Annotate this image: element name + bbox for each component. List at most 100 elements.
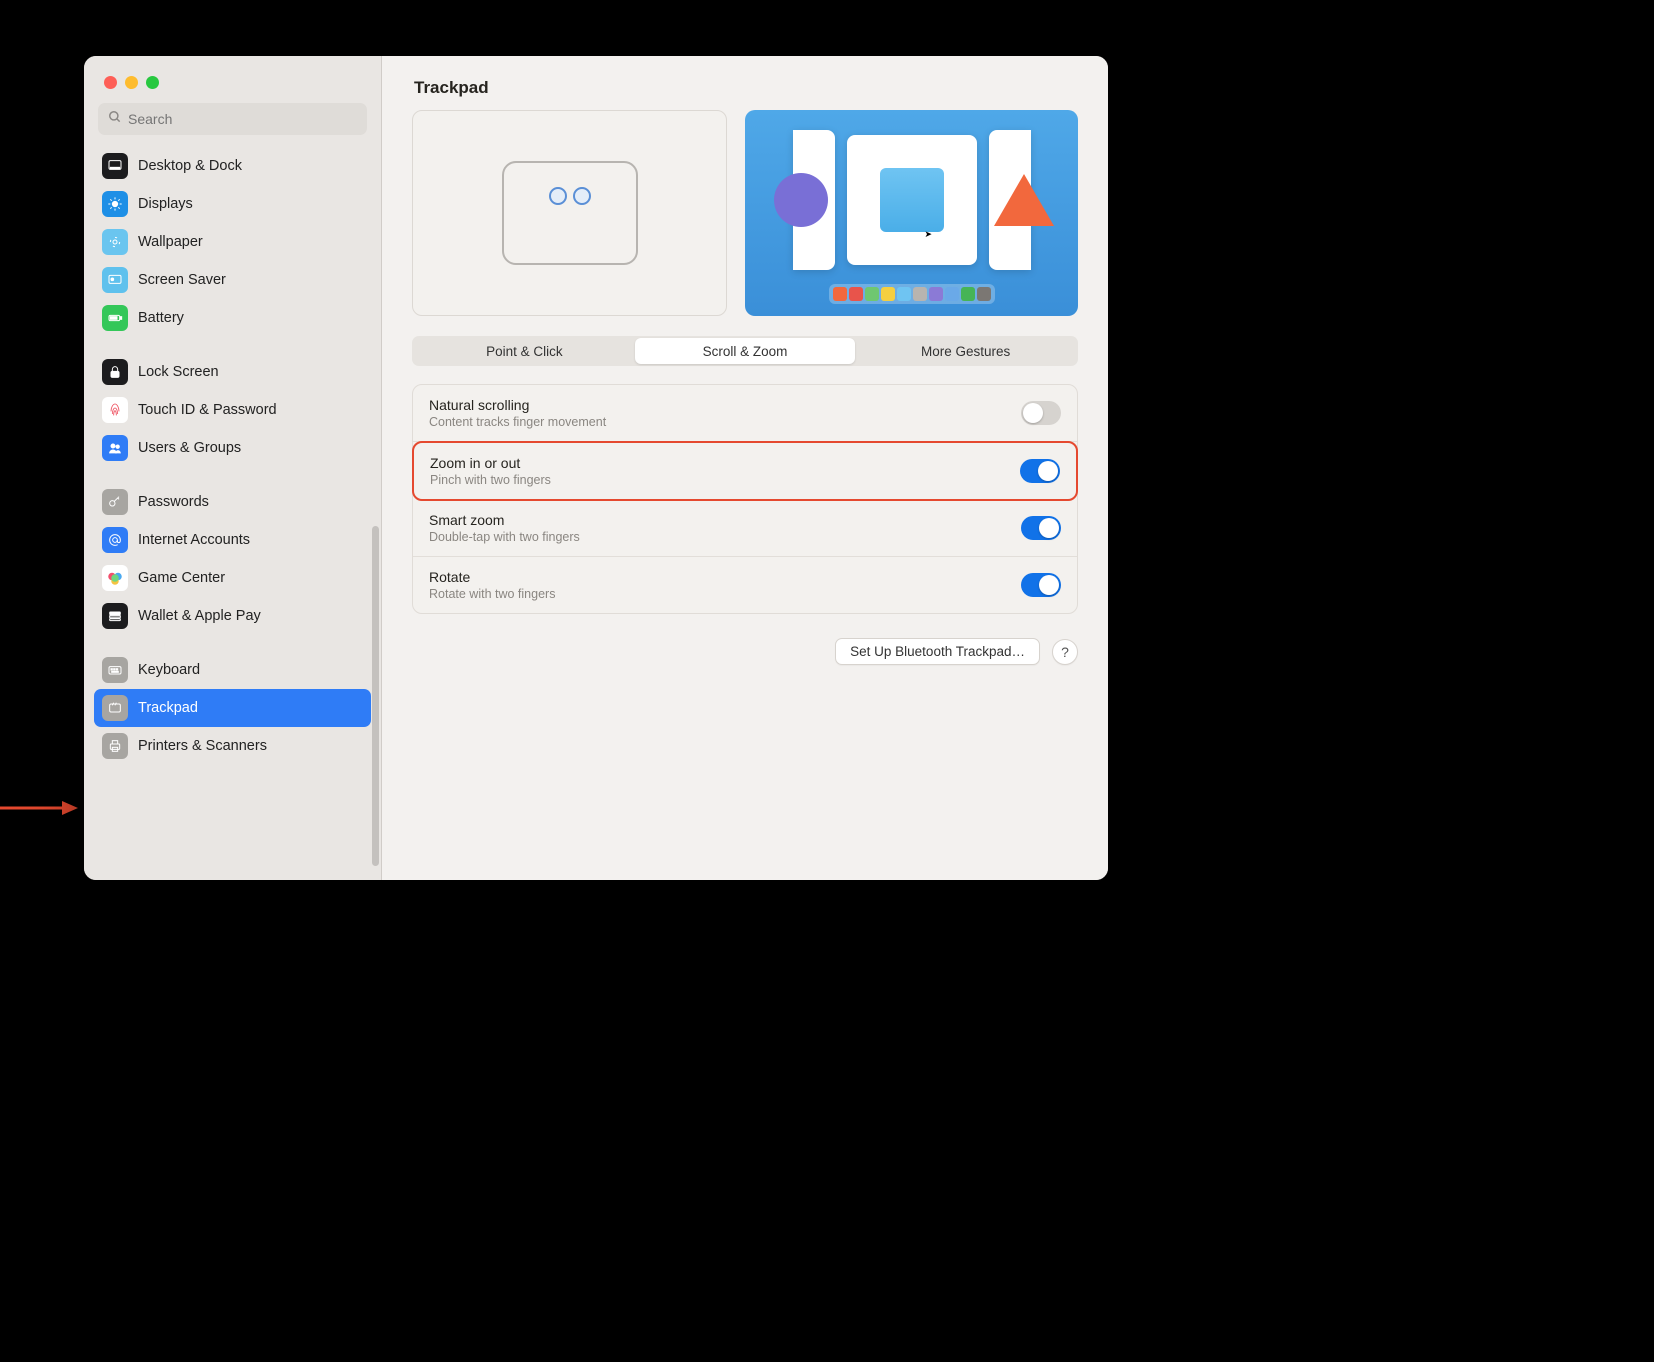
sidebar-item-desktop-dock[interactable]: Desktop & Dock — [94, 147, 371, 185]
sidebar-item-label: Game Center — [138, 570, 225, 586]
page-title: Trackpad — [414, 78, 1076, 98]
sidebar-item-trackpad[interactable]: Trackpad — [94, 689, 371, 727]
sidebar-item-keyboard[interactable]: Keyboard — [94, 651, 371, 689]
lock-icon — [102, 359, 128, 385]
sidebar-scrollbar[interactable] — [372, 526, 379, 866]
minimize-button[interactable] — [125, 76, 138, 89]
preview-dock — [829, 284, 995, 304]
toggle-smart-zoom[interactable] — [1021, 516, 1061, 540]
dock-app-icon — [833, 287, 847, 301]
sidebar-item-touch-id-password[interactable]: Touch ID & Password — [94, 391, 371, 429]
dock-app-icon — [977, 287, 991, 301]
sidebar-item-label: Keyboard — [138, 662, 200, 678]
sidebar-item-label: Passwords — [138, 494, 209, 510]
sidebar: Desktop & Dock Displays Wallpaper Screen Sa… — [84, 56, 382, 880]
setting-subtitle: Rotate with two fingers — [429, 587, 555, 601]
preview-shape-circle — [774, 173, 828, 227]
preview-shape-triangle — [994, 174, 1054, 226]
tab-bar: Point & ClickScroll & ZoomMore Gestures — [412, 336, 1078, 366]
dock-app-icon — [849, 287, 863, 301]
setting-title: Zoom in or out — [430, 455, 551, 471]
sidebar-item-label: Internet Accounts — [138, 532, 250, 548]
toggle-natural-scrolling[interactable] — [1021, 401, 1061, 425]
sidebar-item-battery[interactable]: Battery — [94, 299, 371, 337]
dock-app-icon — [961, 287, 975, 301]
dock-app-icon — [897, 287, 911, 301]
setting-row-rotate: Rotate Rotate with two fingers — [413, 557, 1077, 613]
settings-list: Natural scrollingContent tracks finger m… — [412, 384, 1078, 614]
toggle-knob — [1023, 403, 1043, 423]
footer: Set Up Bluetooth Trackpad… ? — [382, 614, 1108, 665]
sidebar-item-label: Screen Saver — [138, 272, 226, 288]
setting-subtitle: Pinch with two fingers — [430, 473, 551, 487]
sidebar-item-lock-screen[interactable]: Lock Screen — [94, 353, 371, 391]
setting-row-smart-zoom: Smart zoom Double-tap with two fingers — [413, 500, 1077, 557]
tab-more-gestures[interactable]: More Gestures — [855, 338, 1076, 364]
setting-title: Smart zoom — [429, 512, 580, 528]
toggle-knob — [1039, 518, 1059, 538]
sidebar-item-internet-accounts[interactable]: Internet Accounts — [94, 521, 371, 559]
sidebar-item-wallet-apple-pay[interactable]: Wallet & Apple Pay — [94, 597, 371, 635]
screen-preview: ➤ — [745, 110, 1078, 316]
dock-app-icon — [945, 287, 959, 301]
sidebar-item-printers-scanners[interactable]: Printers & Scanners — [94, 727, 371, 765]
tab-scroll-zoom[interactable]: Scroll & Zoom — [635, 338, 856, 364]
setting-title: Natural scrolling — [429, 397, 606, 413]
sidebar-item-game-center[interactable]: Game Center — [94, 559, 371, 597]
annotation-arrow — [0, 798, 80, 818]
finger-dot-icon — [549, 187, 567, 205]
at-icon — [102, 527, 128, 553]
tab-point-click[interactable]: Point & Click — [414, 338, 635, 364]
setting-row-natural-scrolling: Natural scrollingContent tracks finger m… — [413, 385, 1077, 442]
fullscreen-button[interactable] — [146, 76, 159, 89]
toggle-knob — [1038, 461, 1058, 481]
sidebar-item-label: Lock Screen — [138, 364, 219, 380]
sidebar-item-label: Trackpad — [138, 700, 198, 716]
dock-app-icon — [913, 287, 927, 301]
dock-app-icon — [881, 287, 895, 301]
sidebar-item-wallpaper[interactable]: Wallpaper — [94, 223, 371, 261]
sidebar-item-label: Wallpaper — [138, 234, 203, 250]
sidebar-item-label: Battery — [138, 310, 184, 326]
close-button[interactable] — [104, 76, 117, 89]
search-input[interactable] — [128, 111, 357, 127]
preview-shape-square — [880, 168, 944, 232]
key-icon — [102, 489, 128, 515]
trackpad-graphic — [502, 161, 638, 265]
setting-row-zoom-in-or-out: Zoom in or out Pinch with two fingers — [412, 441, 1078, 501]
gamecenter-icon — [102, 565, 128, 591]
battery-icon — [102, 305, 128, 331]
preview-row: ➤ — [382, 110, 1108, 316]
toggle-knob — [1039, 575, 1059, 595]
sidebar-item-label: Displays — [138, 196, 193, 212]
search-icon — [108, 110, 122, 129]
screensaver-icon — [102, 267, 128, 293]
help-button[interactable]: ? — [1052, 639, 1078, 665]
users-icon — [102, 435, 128, 461]
main-pane: Trackpad ➤ Poin — [382, 56, 1108, 880]
setup-bluetooth-button[interactable]: Set Up Bluetooth Trackpad… — [835, 638, 1040, 665]
sidebar-item-label: Touch ID & Password — [138, 402, 277, 418]
system-settings-window: Desktop & Dock Displays Wallpaper Screen Sa… — [84, 56, 1108, 880]
cursor-icon: ➤ — [925, 229, 933, 240]
displays-icon — [102, 191, 128, 217]
wallet-icon — [102, 603, 128, 629]
setting-title: Rotate — [429, 569, 555, 585]
sidebar-item-displays[interactable]: Displays — [94, 185, 371, 223]
toggle-rotate[interactable] — [1021, 573, 1061, 597]
printer-icon — [102, 733, 128, 759]
toggle-zoom-in-or-out[interactable] — [1020, 459, 1060, 483]
search-field[interactable] — [98, 103, 367, 135]
trackpad-preview — [412, 110, 727, 316]
sidebar-item-users-groups[interactable]: Users & Groups — [94, 429, 371, 467]
sidebar-item-label: Printers & Scanners — [138, 738, 267, 754]
finger-dot-icon — [573, 187, 591, 205]
sidebar-item-label: Users & Groups — [138, 440, 241, 456]
sidebar-item-screen-saver[interactable]: Screen Saver — [94, 261, 371, 299]
keyboard-icon — [102, 657, 128, 683]
trackpad-icon — [102, 695, 128, 721]
setting-subtitle: Double-tap with two fingers — [429, 530, 580, 544]
window-controls — [84, 70, 381, 103]
sidebar-item-passwords[interactable]: Passwords — [94, 483, 371, 521]
desktop-dock-icon — [102, 153, 128, 179]
